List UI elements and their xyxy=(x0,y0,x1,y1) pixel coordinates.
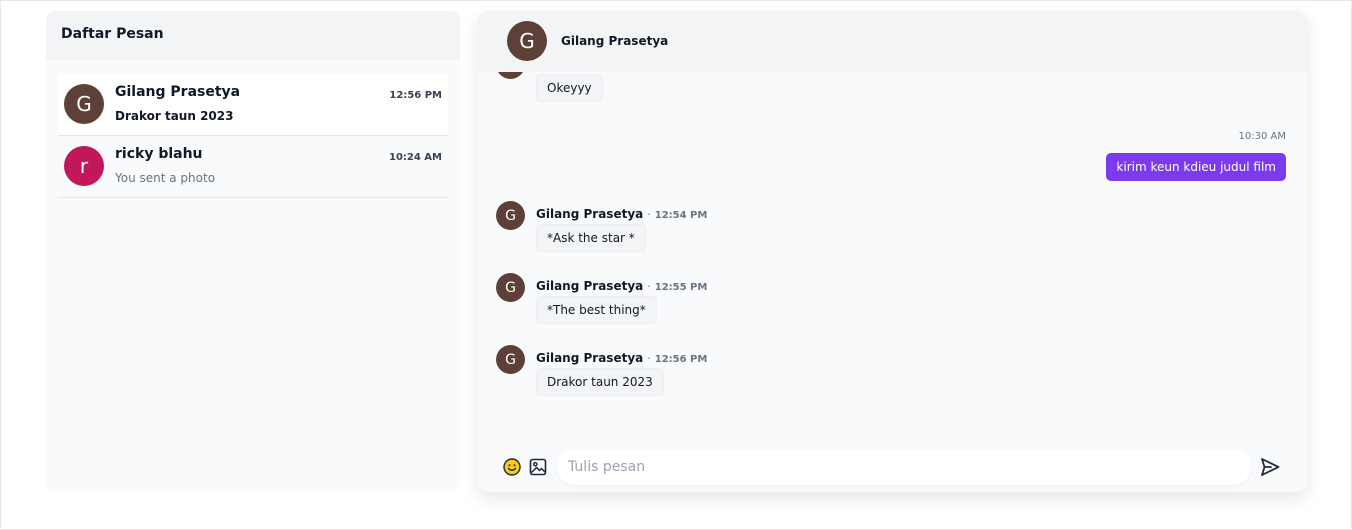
image-icon[interactable] xyxy=(528,457,548,477)
avatar: r xyxy=(64,146,104,186)
chat-contact-name[interactable]: Gilang Prasetya xyxy=(561,34,668,48)
avatar[interactable]: G xyxy=(507,21,547,61)
message-time: 12:56 PM xyxy=(654,354,708,365)
chat-header: G Gilang Prasetya xyxy=(478,11,1307,72)
message-bubble: *Ask the star * xyxy=(536,224,646,252)
avatar: G xyxy=(496,273,525,302)
chat-panel: G Gilang Prasetya Okeyyy 10:30 AM kirim … xyxy=(478,11,1307,492)
conversation-preview: You sent a photo xyxy=(115,171,216,185)
message-bubble: *The best thing* xyxy=(536,296,657,324)
avatar xyxy=(496,72,525,79)
conversation-preview: Drakor taun 2023 xyxy=(115,109,234,123)
conversation-item-ricky[interactable]: r ricky blahu 10:24 AM You sent a photo xyxy=(58,136,448,198)
message-bubble: Okeyyy xyxy=(536,74,603,102)
meta-separator: · xyxy=(647,352,651,365)
message-time: 12:55 PM xyxy=(654,282,708,293)
message-meta: Gilang Prasetya · 12:55 PM xyxy=(536,275,707,294)
message-sender: Gilang Prasetya xyxy=(536,351,644,365)
conversation-name: Gilang Prasetya xyxy=(115,84,241,100)
avatar: G xyxy=(496,201,525,230)
message-sender: Gilang Prasetya xyxy=(536,207,644,221)
message-time: 12:54 PM xyxy=(654,210,708,221)
message-input[interactable] xyxy=(557,449,1251,485)
emoji-icon[interactable] xyxy=(502,457,522,477)
message-bubble: Drakor taun 2023 xyxy=(536,368,664,396)
conversation-list: G Gilang Prasetya 12:56 PM Drakor taun 2… xyxy=(46,60,460,198)
message-bubble-outgoing: kirim keun kdieu judul film xyxy=(1106,153,1286,181)
message-meta: Gilang Prasetya · 12:54 PM xyxy=(536,203,707,222)
message-meta: Gilang Prasetya · 12:56 PM xyxy=(536,347,707,366)
meta-separator: · xyxy=(647,208,651,221)
avatar: G xyxy=(64,84,104,124)
conversation-item-gilang[interactable]: G Gilang Prasetya 12:56 PM Drakor taun 2… xyxy=(58,74,448,136)
message-sender: Gilang Prasetya xyxy=(536,279,644,293)
message-composer xyxy=(478,447,1307,492)
conversation-name: ricky blahu xyxy=(115,146,203,162)
meta-separator: · xyxy=(647,280,651,293)
message-list[interactable]: Okeyyy 10:30 AM kirim keun kdieu judul f… xyxy=(478,72,1307,447)
conversation-time: 10:24 AM xyxy=(388,152,442,163)
send-icon[interactable] xyxy=(1259,456,1281,478)
conversation-time: 12:56 PM xyxy=(389,90,442,101)
avatar: G xyxy=(496,345,525,374)
conversation-list-panel: Daftar Pesan G Gilang Prasetya 12:56 PM … xyxy=(46,11,460,492)
message-time: 10:30 AM xyxy=(1238,131,1286,142)
message-input-wrapper xyxy=(557,449,1251,485)
conversation-list-title: Daftar Pesan xyxy=(46,11,460,60)
